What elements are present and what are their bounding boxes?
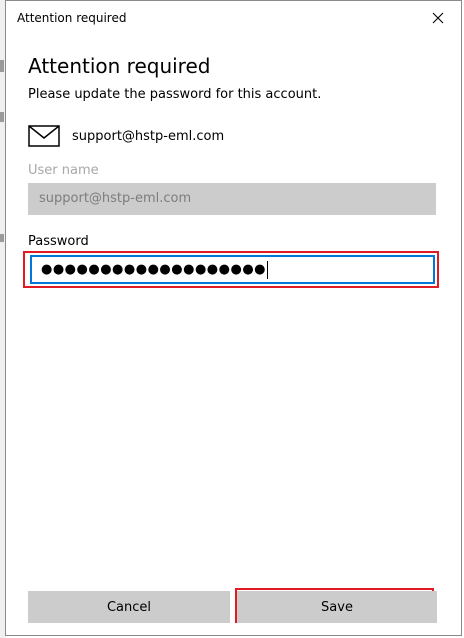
attention-dialog: Attention required Attention required Pl… [5, 0, 462, 636]
close-icon [432, 12, 444, 24]
password-label: Password [28, 234, 89, 249]
account-row: support@hstp-eml.com [28, 125, 224, 147]
background-window-mark [0, 234, 4, 242]
background-window-mark [0, 60, 4, 72]
mail-icon [28, 125, 60, 147]
page-heading: Attention required [28, 54, 211, 78]
close-button[interactable] [415, 1, 461, 35]
background-window-mark [0, 112, 4, 122]
username-field: support@hstp-eml.com [28, 183, 436, 215]
save-button[interactable]: Save [237, 591, 437, 623]
password-field[interactable]: ●●●●●●●●●●●●●●●●●●● [30, 255, 435, 284]
cancel-button[interactable]: Cancel [28, 591, 230, 623]
title-bar: Attention required [6, 1, 461, 35]
username-label: User name [28, 163, 99, 178]
password-masked-text: ●●●●●●●●●●●●●●●●●●● [41, 262, 267, 277]
account-email: support@hstp-eml.com [72, 128, 225, 144]
instruction-text: Please update the password for this acco… [28, 87, 322, 102]
text-caret [267, 260, 269, 279]
window-title: Attention required [17, 11, 127, 25]
